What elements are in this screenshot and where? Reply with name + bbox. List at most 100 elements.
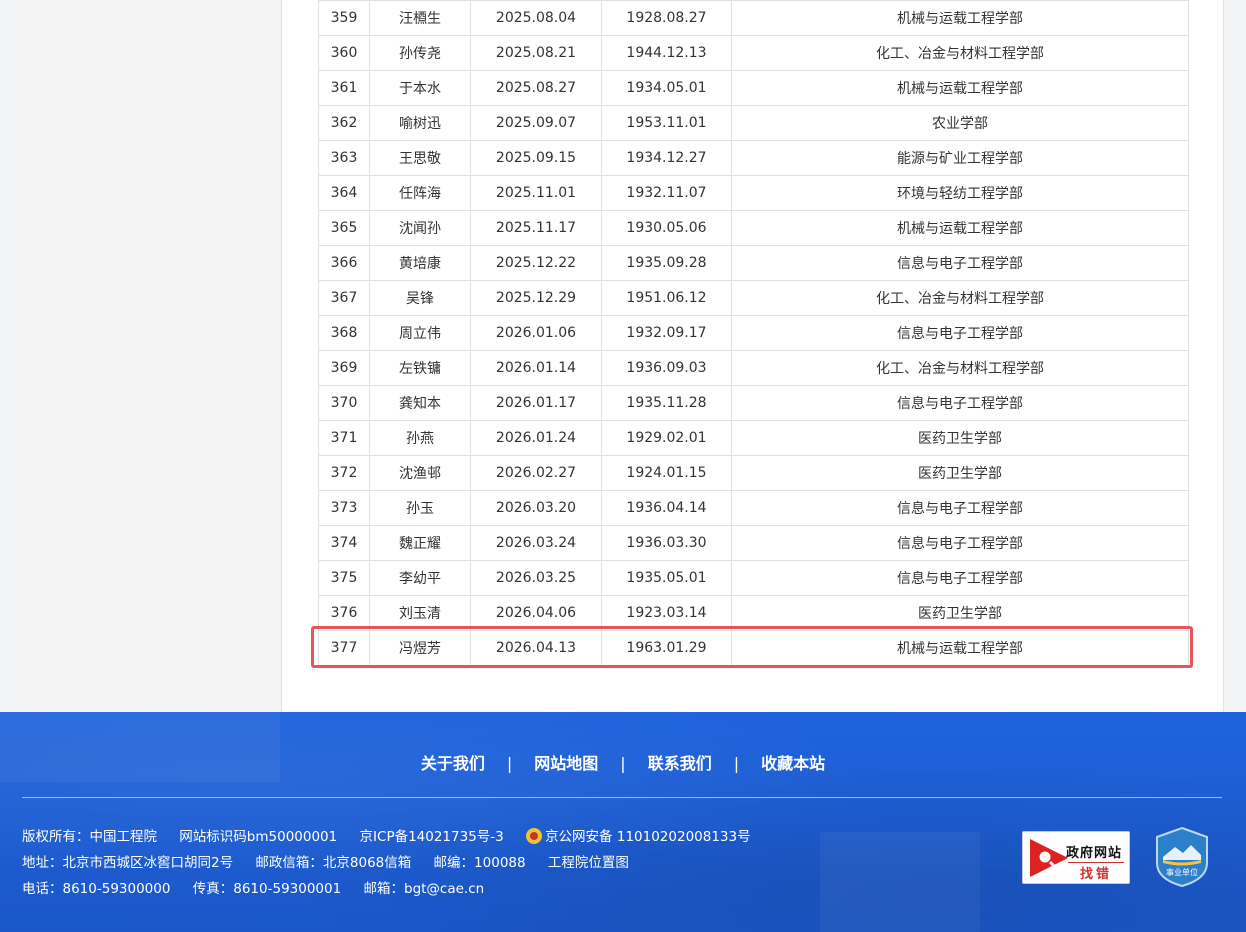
footer-info-line-2: 地址：北京市西城区冰窖口胡同2号 邮政信箱：北京8068信箱 邮编：100088… bbox=[22, 851, 647, 871]
row-index-cell: 369 bbox=[318, 350, 370, 386]
birth-date-cell: 1963.01.29 bbox=[601, 630, 732, 666]
name-cell[interactable]: 汪槱生 bbox=[369, 0, 471, 36]
birth-date-cell: 1934.05.01 bbox=[601, 70, 732, 106]
division-cell: 医药卫生学部 bbox=[731, 455, 1189, 491]
birth-date-cell: 1936.03.30 bbox=[601, 525, 732, 561]
about-us-link[interactable]: 关于我们 bbox=[421, 754, 485, 773]
death-date-cell: 2026.02.27 bbox=[470, 455, 602, 491]
death-date-cell: 2025.08.27 bbox=[470, 70, 602, 106]
death-date-cell: 2025.12.29 bbox=[470, 280, 602, 316]
name-cell[interactable]: 于本水 bbox=[369, 70, 471, 106]
birth-date-cell: 1944.12.13 bbox=[601, 35, 732, 71]
footer-divider bbox=[22, 797, 1222, 798]
division-cell: 机械与运载工程学部 bbox=[731, 630, 1189, 666]
name-cell[interactable]: 周立伟 bbox=[369, 315, 471, 351]
birth-date-cell: 1935.09.28 bbox=[601, 245, 732, 281]
row-index-cell: 361 bbox=[318, 70, 370, 106]
table-row: 375 李幼平 2026.03.25 1935.05.01 信息与电子工程学部 bbox=[318, 560, 1189, 596]
name-cell[interactable]: 孙玉 bbox=[369, 490, 471, 526]
name-cell[interactable]: 李幼平 bbox=[369, 560, 471, 596]
name-cell[interactable]: 左铁镛 bbox=[369, 350, 471, 386]
table-row: 367 吴锋 2025.12.29 1951.06.12 化工、冶金与材料工程学部 bbox=[318, 280, 1189, 316]
division-cell: 化工、冶金与材料工程学部 bbox=[731, 35, 1189, 71]
row-index-cell: 375 bbox=[318, 560, 370, 596]
public-institution-badge[interactable]: 事业单位 bbox=[1155, 827, 1209, 887]
bookmark-site-link[interactable]: 收藏本站 bbox=[761, 754, 825, 773]
name-cell[interactable]: 喻树迅 bbox=[369, 105, 471, 141]
table-row: 360 孙传尧 2025.08.21 1944.12.13 化工、冶金与材料工程学部 bbox=[318, 35, 1189, 71]
gov-site-error-report-badge[interactable]: 政府网站 找错 bbox=[1022, 831, 1130, 884]
birth-date-cell: 1951.06.12 bbox=[601, 280, 732, 316]
death-date-cell: 2026.03.20 bbox=[470, 490, 602, 526]
row-index-cell: 377 bbox=[318, 630, 370, 666]
name-cell[interactable]: 吴锋 bbox=[369, 280, 471, 316]
left-sidebar bbox=[22, 0, 282, 712]
name-cell[interactable]: 王思敬 bbox=[369, 140, 471, 176]
name-cell[interactable]: 冯煜芳 bbox=[369, 630, 471, 666]
table-row: 361 于本水 2025.08.27 1934.05.01 机械与运载工程学部 bbox=[318, 70, 1189, 106]
birth-date-cell: 1932.09.17 bbox=[601, 315, 732, 351]
police-badge-icon bbox=[526, 828, 543, 844]
row-index-cell: 359 bbox=[318, 0, 370, 36]
death-date-cell: 2026.04.06 bbox=[470, 595, 602, 631]
footer-link-separator: | bbox=[620, 754, 626, 773]
table-row: 364 任阵海 2025.11.01 1932.11.07 环境与轻纺工程学部 bbox=[318, 175, 1189, 211]
site-id-text: 网站标识码bm50000001 bbox=[179, 829, 338, 845]
name-cell[interactable]: 刘玉清 bbox=[369, 595, 471, 631]
division-cell: 信息与电子工程学部 bbox=[731, 245, 1189, 281]
birth-date-cell: 1930.05.06 bbox=[601, 210, 732, 246]
division-cell: 化工、冶金与材料工程学部 bbox=[731, 350, 1189, 386]
site-map-link[interactable]: 网站地图 bbox=[534, 754, 598, 773]
name-cell[interactable]: 孙传尧 bbox=[369, 35, 471, 71]
table-row: 374 魏正耀 2026.03.24 1936.03.30 信息与电子工程学部 bbox=[318, 525, 1189, 561]
division-cell: 机械与运载工程学部 bbox=[731, 0, 1189, 36]
division-cell: 化工、冶金与材料工程学部 bbox=[731, 280, 1189, 316]
row-index-cell: 364 bbox=[318, 175, 370, 211]
phone-text: 电话：8610-59300000 bbox=[22, 881, 171, 897]
division-cell: 医药卫生学部 bbox=[731, 420, 1189, 456]
name-cell[interactable]: 龚知本 bbox=[369, 385, 471, 421]
death-date-cell: 2026.01.24 bbox=[470, 420, 602, 456]
magnifier-icon bbox=[1030, 839, 1068, 877]
table-row: 373 孙玉 2026.03.20 1936.04.14 信息与电子工程学部 bbox=[318, 490, 1189, 526]
name-cell[interactable]: 孙燕 bbox=[369, 420, 471, 456]
table-row: 369 左铁镛 2026.01.14 1936.09.03 化工、冶金与材料工程学部 bbox=[318, 350, 1189, 386]
police-record-text: 京公网安备 11010202008133号 bbox=[545, 829, 751, 845]
table-row: 370 龚知本 2026.01.17 1935.11.28 信息与电子工程学部 bbox=[318, 385, 1189, 421]
name-cell[interactable]: 黄培康 bbox=[369, 245, 471, 281]
footer-info-line-3: 电话：8610-59300000 传真：8610-59300001 邮箱：bgt… bbox=[22, 877, 502, 897]
contact-us-link[interactable]: 联系我们 bbox=[648, 754, 712, 773]
table-body: 359 汪槱生 2025.08.04 1928.08.27 机械与运载工程学部 360 孙传… bbox=[318, 0, 1189, 666]
postcode-text: 邮编：100088 bbox=[433, 855, 526, 871]
division-cell: 能源与矿业工程学部 bbox=[731, 140, 1189, 176]
icp-link[interactable]: 京ICP备14021735号-3 bbox=[360, 829, 504, 845]
division-cell: 信息与电子工程学部 bbox=[731, 490, 1189, 526]
name-cell[interactable]: 魏正耀 bbox=[369, 525, 471, 561]
gov-badge-title: 政府网站 bbox=[1066, 846, 1123, 861]
academician-table-wrap: 359 汪槱生 2025.08.04 1928.08.27 机械与运载工程学部 360 孙传… bbox=[318, 0, 1189, 666]
name-cell[interactable]: 任阵海 bbox=[369, 175, 471, 211]
row-index-cell: 363 bbox=[318, 140, 370, 176]
death-date-cell: 2025.12.22 bbox=[470, 245, 602, 281]
table-row: 365 沈闻孙 2025.11.17 1930.05.06 机械与运载工程学部 bbox=[318, 210, 1189, 246]
row-index-cell: 374 bbox=[318, 525, 370, 561]
death-date-cell: 2025.08.04 bbox=[470, 0, 602, 36]
row-index-cell: 365 bbox=[318, 210, 370, 246]
police-record[interactable]: 京公网安备 11010202008133号 bbox=[526, 828, 751, 845]
death-date-cell: 2025.11.01 bbox=[470, 175, 602, 211]
birth-date-cell: 1953.11.01 bbox=[601, 105, 732, 141]
row-index-cell: 362 bbox=[318, 105, 370, 141]
death-date-cell: 2026.03.24 bbox=[470, 525, 602, 561]
name-cell[interactable]: 沈渔邨 bbox=[369, 455, 471, 491]
birth-date-cell: 1929.02.01 bbox=[601, 420, 732, 456]
death-date-cell: 2026.04.13 bbox=[470, 630, 602, 666]
division-cell: 农业学部 bbox=[731, 105, 1189, 141]
copyright-text: 版权所有：中国工程院 bbox=[22, 829, 157, 845]
location-map-link[interactable]: 工程院位置图 bbox=[548, 855, 629, 871]
division-cell: 信息与电子工程学部 bbox=[731, 560, 1189, 596]
death-date-cell: 2025.09.07 bbox=[470, 105, 602, 141]
birth-date-cell: 1934.12.27 bbox=[601, 140, 732, 176]
birth-date-cell: 1936.09.03 bbox=[601, 350, 732, 386]
birth-date-cell: 1935.11.28 bbox=[601, 385, 732, 421]
name-cell[interactable]: 沈闻孙 bbox=[369, 210, 471, 246]
